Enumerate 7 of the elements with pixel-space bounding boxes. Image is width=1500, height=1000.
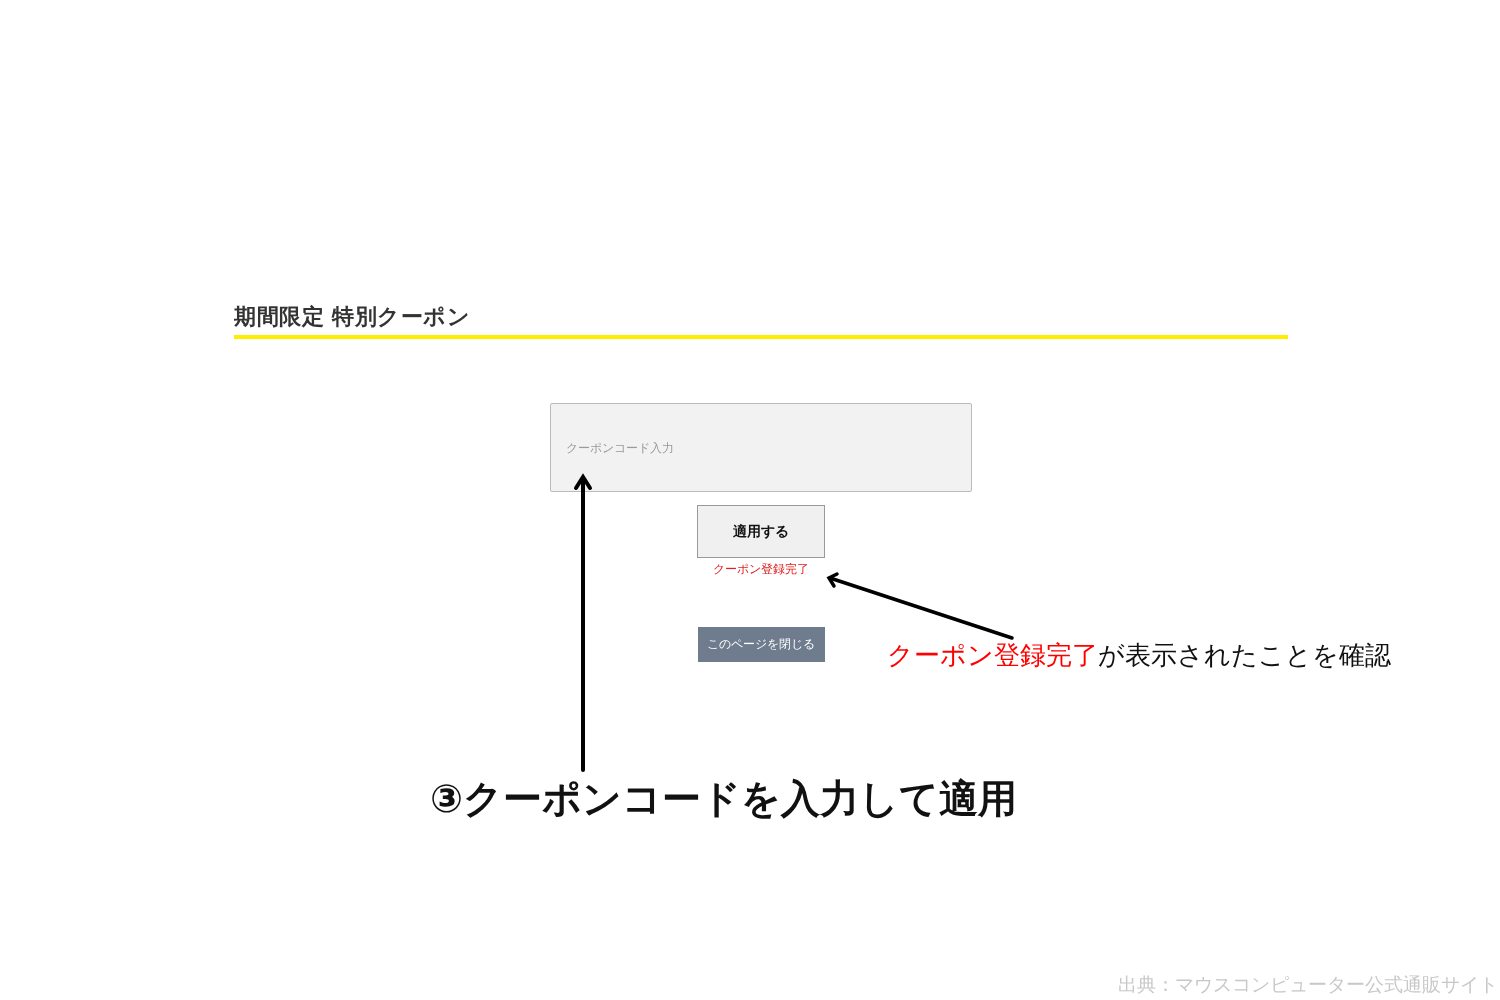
close-page-button[interactable]: このページを閉じる	[697, 627, 825, 662]
step-caption: ③クーポンコードを入力して適用	[430, 775, 1018, 823]
section-title: 期間限定 特別クーポン	[234, 303, 1288, 339]
callout-text: クーポン登録完了が表示されたことを確認	[887, 639, 1391, 672]
apply-button[interactable]: 適用する	[697, 505, 825, 558]
status-message: クーポン登録完了	[713, 561, 809, 578]
coupon-code-field[interactable]: クーポンコード入力	[550, 403, 972, 492]
